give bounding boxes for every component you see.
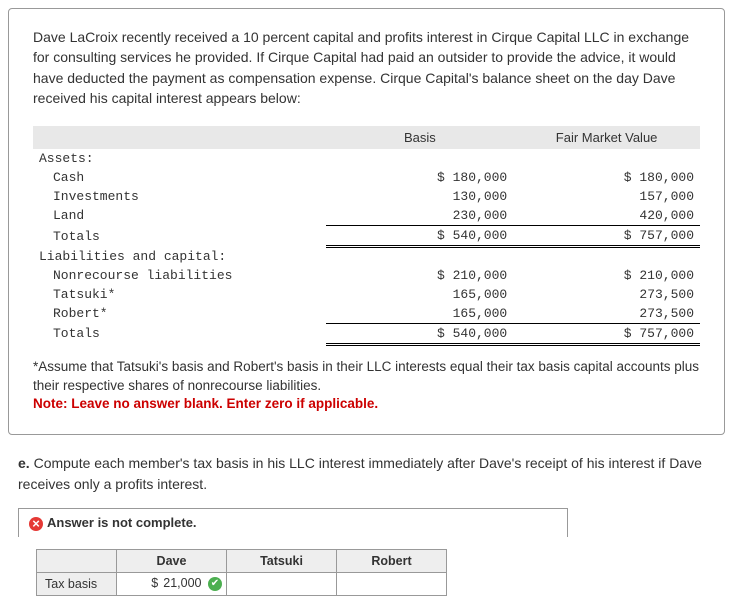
answer-table: Dave Tatsuki Robert Tax basis $21,000 ✔ bbox=[36, 549, 447, 596]
bs-row: Tatsuki*165,000273,500 bbox=[33, 285, 700, 304]
bs-row: Investments130,000157,000 bbox=[33, 187, 700, 206]
balance-sheet: Basis Fair Market Value Assets: Cash$ 18… bbox=[33, 126, 700, 346]
col-dave: Dave bbox=[117, 549, 227, 572]
question-e: e. Compute each member's tax basis in hi… bbox=[18, 453, 715, 494]
bs-header-row: Basis Fair Market Value bbox=[33, 126, 700, 149]
bs-row: Cash$ 180,000$ 180,000 bbox=[33, 168, 700, 187]
bs-row: Nonrecourse liabilities$ 210,000$ 210,00… bbox=[33, 266, 700, 285]
feedback-banner: ×Answer is not complete. bbox=[18, 508, 568, 537]
check-icon: ✔ bbox=[208, 577, 222, 591]
bs-row: Robert*165,000273,500 bbox=[33, 304, 700, 324]
bs-row: Liabilities and capital: bbox=[33, 247, 700, 266]
table-row: Tax basis $21,000 ✔ bbox=[37, 572, 447, 595]
row-label-taxbasis: Tax basis bbox=[37, 572, 117, 595]
problem-card: Dave LaCroix recently received a 10 perc… bbox=[8, 8, 725, 435]
bs-row-total: Totals$ 540,000$ 757,000 bbox=[33, 226, 700, 247]
bs-row: Land230,000420,000 bbox=[33, 206, 700, 226]
input-tatsuki[interactable] bbox=[227, 572, 337, 595]
col-tatsuki: Tatsuki bbox=[227, 549, 337, 572]
bs-row: Assets: bbox=[33, 149, 700, 168]
input-robert[interactable] bbox=[337, 572, 447, 595]
bs-row-total: Totals$ 540,000$ 757,000 bbox=[33, 323, 700, 344]
col-basis: Basis bbox=[326, 126, 513, 149]
col-fmv: Fair Market Value bbox=[513, 126, 700, 149]
instruction-note: Note: Leave no answer blank. Enter zero … bbox=[33, 396, 378, 411]
problem-text: Dave LaCroix recently received a 10 perc… bbox=[33, 27, 700, 108]
input-dave[interactable]: $21,000 ✔ bbox=[117, 572, 227, 595]
cross-icon: × bbox=[29, 517, 43, 531]
col-robert: Robert bbox=[337, 549, 447, 572]
footnote: *Assume that Tatsuki's basis and Robert'… bbox=[33, 358, 700, 415]
col-empty bbox=[37, 549, 117, 572]
